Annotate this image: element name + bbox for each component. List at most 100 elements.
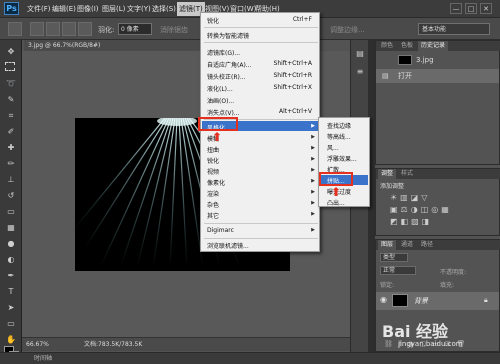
- doc-info: 文档:783.5K/783.5K: [84, 341, 143, 348]
- submenu-item-extrude[interactable]: 凸出...: [327, 198, 345, 207]
- menu-edit[interactable]: 编辑(E): [52, 4, 76, 14]
- annotation-arrow-up-icon: ⬆: [212, 130, 223, 144]
- eyedropper-icon[interactable]: ✐: [5, 126, 17, 138]
- tab-paths[interactable]: 路径: [418, 240, 436, 250]
- subtract-selection-icon[interactable]: [62, 22, 76, 36]
- blend-mode-select[interactable]: 正常: [380, 266, 416, 275]
- menu-item-liquify[interactable]: 液化(L)...: [207, 84, 233, 93]
- visibility-eye-icon[interactable]: ◉: [380, 295, 387, 304]
- history-state-icon: ▤: [382, 72, 389, 80]
- antialias-checkbox[interactable]: 消除锯齿: [160, 25, 188, 35]
- menu-item-video[interactable]: 视频: [207, 167, 219, 176]
- quick-select-icon[interactable]: ✎: [5, 94, 17, 106]
- menu-item-render[interactable]: 渲染: [207, 189, 219, 198]
- refine-edge-button[interactable]: 调整边缘...: [330, 25, 365, 35]
- path-select-icon[interactable]: ➤: [5, 302, 17, 314]
- add-selection-icon[interactable]: [46, 22, 60, 36]
- hand-icon[interactable]: ✋: [5, 334, 17, 346]
- menu-item-smart-filter[interactable]: 转换为智能滤镜: [207, 31, 249, 40]
- status-bar: 66.67% 文档:783.5K/783.5K: [22, 337, 350, 351]
- menu-item-distort[interactable]: 扭曲: [207, 145, 219, 154]
- feather-label: 羽化:: [98, 26, 115, 34]
- tab-styles[interactable]: 样式: [398, 169, 416, 179]
- menu-file[interactable]: 文件(F): [27, 4, 51, 14]
- submenu-item-find-edges[interactable]: 查找边缘: [327, 121, 351, 130]
- pen-icon[interactable]: ✒: [5, 270, 17, 282]
- menu-layer[interactable]: 图层(L): [102, 4, 125, 14]
- tab-swatches[interactable]: 色板: [398, 41, 416, 51]
- tab-history[interactable]: 历史记录: [418, 41, 449, 51]
- maximize-icon[interactable]: □: [465, 3, 477, 14]
- blur-icon[interactable]: ●: [5, 238, 17, 250]
- minimize-icon[interactable]: —: [450, 3, 462, 14]
- submenu-item-emboss[interactable]: 浮雕效果...: [327, 154, 357, 163]
- menu-item-digimarc[interactable]: Digimarc: [207, 227, 234, 234]
- fill-label: 填充:: [440, 282, 455, 289]
- menu-item-other[interactable]: 其它: [207, 211, 219, 220]
- menu-image[interactable]: 图像(I): [77, 4, 99, 14]
- tab-color[interactable]: 颜色: [378, 41, 396, 51]
- adjustments-panel: 调整 样式 添加调整 ☀▥◪▽ ▣⚖◑◫◎▦ ◩◧▨◨: [375, 168, 500, 236]
- intersect-selection-icon[interactable]: [78, 22, 92, 36]
- menu-item-browse-online[interactable]: 浏览联机滤镜...: [207, 241, 249, 250]
- snapshot-thumbnail: [398, 55, 412, 65]
- submenu-arrow-icon: ▶: [311, 227, 315, 233]
- layer-kind-filter[interactable]: 类型: [380, 253, 408, 262]
- timeline-bar: 时间轴: [0, 352, 500, 364]
- move-tool-icon[interactable]: ✥: [5, 46, 17, 58]
- feather-input[interactable]: 0 像素: [118, 23, 152, 35]
- timeline-label[interactable]: 时间轴: [34, 353, 52, 364]
- close-icon[interactable]: ✕: [480, 3, 492, 14]
- shape-icon[interactable]: ▭: [5, 318, 17, 330]
- menu-item-vanishing-point[interactable]: 消失点(V)...: [207, 108, 240, 117]
- menu-separator: [204, 223, 318, 224]
- menu-item-filter-gallery[interactable]: 滤镜库(G)...: [207, 48, 240, 57]
- type-icon[interactable]: T: [5, 286, 17, 298]
- adjust-tabs: 调整 样式: [376, 169, 500, 179]
- menu-item-adaptive-wide[interactable]: 自适应广角(A)...: [207, 60, 252, 69]
- menu-item-noise[interactable]: 杂色: [207, 200, 219, 209]
- history-row-label: 打开: [398, 72, 412, 80]
- menu-item-sharpen[interactable]: 锐化: [207, 156, 219, 165]
- menu-item-oil-paint[interactable]: 油画(O)...: [207, 96, 234, 105]
- adjust-icons-row-1[interactable]: ☀▥◪▽: [390, 193, 430, 202]
- eraser-icon[interactable]: ▭: [5, 206, 17, 218]
- dodge-icon[interactable]: ◐: [5, 254, 17, 266]
- menu-item-last-filter[interactable]: 锐化: [207, 16, 219, 25]
- stamp-icon[interactable]: ⊥: [5, 174, 17, 186]
- menu-item-lens-correction[interactable]: 镜头校正(R)...: [207, 72, 246, 81]
- properties-panel-icon[interactable]: ≡: [354, 66, 366, 78]
- submenu-item-wind[interactable]: 风...: [327, 143, 339, 152]
- crop-icon[interactable]: ⌗: [5, 110, 17, 122]
- history-brush-icon[interactable]: ↺: [5, 190, 17, 202]
- adjust-icons-row-3[interactable]: ◩◧▨◨: [390, 217, 432, 226]
- zoom-level[interactable]: 66.67%: [26, 338, 49, 351]
- menu-select[interactable]: 选择(S): [152, 4, 176, 14]
- layer-row[interactable]: ◉ 背景 🔒︎: [376, 292, 499, 310]
- marquee-tool-icon[interactable]: [8, 22, 22, 36]
- submenu-item-contour[interactable]: 等高线...: [327, 132, 351, 141]
- new-selection-icon[interactable]: [30, 22, 44, 36]
- tools-panel: ✥ ➰ ✎ ⌗ ✐ ✚ ✏ ⊥ ↺ ▭ ▦ ● ◐ ✒ T ➤ ▭ ✋: [0, 40, 22, 361]
- history-panel-icon[interactable]: ▤: [354, 48, 366, 60]
- tab-adjustments[interactable]: 调整: [378, 169, 397, 179]
- brush-icon[interactable]: ✏: [5, 158, 17, 170]
- tab-layers[interactable]: 图层: [378, 240, 397, 250]
- lasso-icon[interactable]: ➰: [5, 78, 17, 90]
- watermark-url: jingyan.baidu.com: [398, 340, 463, 348]
- menu-item-adaptive-wide-shortcut: Shift+Ctrl+A: [273, 60, 312, 67]
- healing-icon[interactable]: ✚: [5, 142, 17, 154]
- history-row[interactable]: ▤ 打开: [376, 69, 499, 83]
- document-tab[interactable]: 3.jpg @ 66.7%(RGB/8#): [24, 40, 204, 51]
- menu-type[interactable]: 文字(Y): [127, 4, 151, 14]
- adjust-icons-row-2[interactable]: ▣⚖◑◫◎▦: [390, 205, 452, 214]
- annotation-box-tiles: [319, 172, 353, 186]
- tab-channels[interactable]: 通道: [398, 240, 416, 250]
- menu-item-pixelate[interactable]: 像素化: [207, 178, 225, 187]
- submenu-arrow-icon: ▶: [311, 134, 315, 140]
- workspace-select[interactable]: 基本功能: [418, 23, 490, 35]
- history-snapshot[interactable]: 3.jpg: [376, 53, 499, 67]
- gradient-icon[interactable]: ▦: [5, 222, 17, 234]
- rect-marquee-icon[interactable]: [5, 62, 15, 71]
- lock-icon: 🔒︎: [484, 296, 488, 304]
